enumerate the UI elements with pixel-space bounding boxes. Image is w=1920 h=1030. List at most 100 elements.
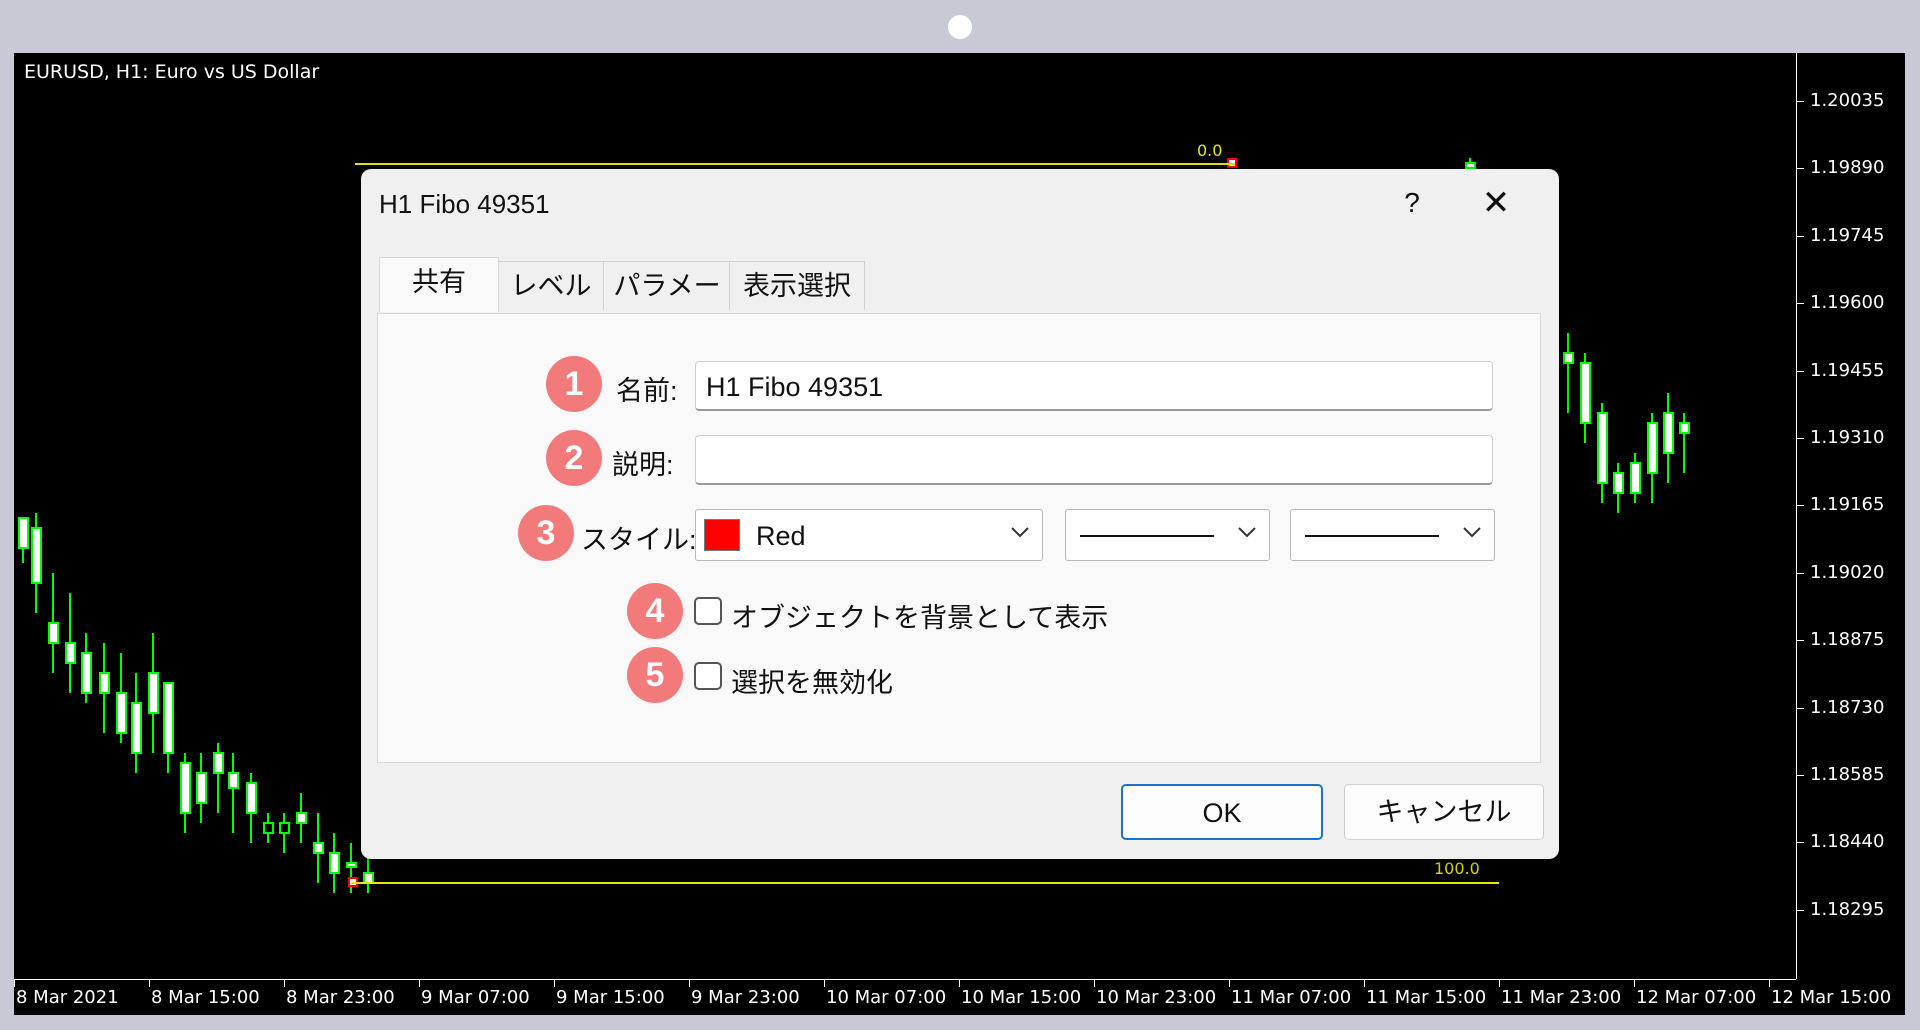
description-label: 説明: bbox=[612, 450, 674, 480]
time-tick bbox=[1634, 979, 1635, 987]
line-width-select[interactable] bbox=[1290, 509, 1495, 561]
cancel-button[interactable]: キャンセル bbox=[1344, 784, 1544, 840]
price-tick bbox=[1796, 303, 1804, 305]
color-select[interactable]: Red bbox=[695, 509, 1043, 561]
time-tick bbox=[554, 979, 555, 987]
candle-body bbox=[99, 672, 110, 694]
time-label: 11 Mar 07:00 bbox=[1231, 987, 1352, 1008]
candle-body bbox=[48, 622, 59, 644]
time-tick bbox=[689, 979, 690, 987]
time-scale[interactable] bbox=[14, 979, 1796, 980]
style-label: スタイル: bbox=[581, 525, 697, 555]
time-label: 8 Mar 23:00 bbox=[286, 987, 395, 1008]
candle-body bbox=[1679, 422, 1690, 434]
time-tick bbox=[1229, 979, 1230, 987]
callout-badge-2: 2 bbox=[546, 430, 602, 486]
candle-body bbox=[131, 702, 142, 754]
candle-body bbox=[196, 772, 207, 804]
time-tick bbox=[14, 979, 15, 987]
line-style-select[interactable] bbox=[1065, 509, 1270, 561]
price-label: 1.19165 bbox=[1810, 494, 1885, 516]
background-checkbox[interactable] bbox=[694, 597, 722, 625]
price-tick bbox=[1796, 505, 1804, 507]
time-tick bbox=[824, 979, 825, 987]
tab-common[interactable]: 共有 bbox=[379, 257, 499, 312]
dialog-title: H1 Fibo 49351 bbox=[379, 189, 550, 219]
candle-body bbox=[1597, 412, 1608, 484]
time-tick bbox=[1094, 979, 1095, 987]
name-label: 名前: bbox=[616, 376, 678, 406]
price-tick bbox=[1796, 370, 1804, 372]
line-style-sample bbox=[1080, 535, 1214, 537]
callout-badge-5: 5 bbox=[627, 647, 683, 703]
candle-body bbox=[246, 782, 257, 814]
tab-levels[interactable]: レベル bbox=[497, 261, 605, 310]
background-checkbox-label[interactable]: オブジェクトを背景として表示 bbox=[731, 596, 1108, 635]
tab-parameters[interactable]: パラメータ bbox=[603, 261, 731, 349]
color-swatch bbox=[704, 519, 740, 551]
disable-selection-checkbox-label[interactable]: 選択を無効化 bbox=[731, 661, 893, 700]
candle-body bbox=[65, 642, 76, 664]
close-button[interactable]: ✕ bbox=[1471, 183, 1521, 223]
price-scale[interactable] bbox=[1796, 53, 1797, 979]
fibo-level-0-line[interactable] bbox=[355, 163, 1235, 165]
disable-selection-checkbox[interactable] bbox=[694, 662, 722, 690]
candle-body bbox=[313, 842, 324, 854]
candle-body bbox=[180, 762, 191, 814]
time-tick bbox=[1499, 979, 1500, 987]
price-tick bbox=[1796, 168, 1804, 170]
color-value: Red bbox=[756, 521, 806, 551]
price-label: 1.20035 bbox=[1810, 90, 1885, 111]
price-label: 1.18585 bbox=[1810, 764, 1885, 785]
time-label: 12 Mar 15:00 bbox=[1771, 987, 1892, 1008]
help-button[interactable]: ? bbox=[1387, 183, 1437, 223]
fibo-level-100-label: 100.0 bbox=[1434, 859, 1480, 878]
callout-badge-3: 3 bbox=[518, 505, 574, 561]
price-label: 1.19600 bbox=[1810, 292, 1885, 314]
time-label: 11 Mar 15:00 bbox=[1366, 987, 1487, 1008]
price-tick bbox=[1796, 842, 1804, 844]
time-label: 10 Mar 07:00 bbox=[826, 987, 947, 1008]
time-tick bbox=[1364, 979, 1365, 987]
price-label: 1.19890 bbox=[1810, 157, 1885, 179]
candle-body bbox=[329, 852, 340, 874]
candle-body bbox=[1613, 472, 1624, 494]
price-label: 1.18295 bbox=[1810, 898, 1885, 920]
candle-body bbox=[163, 682, 174, 754]
candle-body bbox=[228, 772, 239, 789]
chevron-down-icon bbox=[1238, 527, 1256, 538]
time-tick bbox=[284, 979, 285, 987]
time-label: 9 Mar 15:00 bbox=[556, 987, 665, 1008]
price-label: 1.18440 bbox=[1810, 831, 1885, 853]
price-label: 1.19310 bbox=[1810, 427, 1885, 448]
candle-body bbox=[296, 812, 307, 824]
time-tick bbox=[1769, 979, 1770, 987]
chevron-down-icon bbox=[1463, 527, 1481, 538]
price-label: 1.19020 bbox=[1810, 561, 1885, 583]
chevron-down-icon bbox=[1011, 527, 1029, 538]
candle-body bbox=[1663, 412, 1674, 454]
line-width-sample bbox=[1305, 535, 1439, 537]
price-label: 1.19745 bbox=[1810, 224, 1885, 246]
description-input[interactable] bbox=[695, 435, 1493, 485]
candle-body bbox=[279, 822, 290, 834]
name-input[interactable]: H1 Fibo 49351 bbox=[695, 361, 1493, 411]
price-tick bbox=[1796, 438, 1804, 439]
time-label: 9 Mar 23:00 bbox=[691, 987, 800, 1008]
price-label: 1.18730 bbox=[1810, 696, 1885, 718]
time-label: 12 Mar 07:00 bbox=[1636, 987, 1757, 1008]
time-tick bbox=[959, 979, 960, 987]
candle-body bbox=[213, 752, 224, 774]
ok-button[interactable]: OK bbox=[1121, 784, 1323, 840]
time-label: 8 Mar 15:00 bbox=[151, 987, 260, 1008]
tab-visibility[interactable]: 表示選択 bbox=[729, 261, 865, 310]
candle-body bbox=[346, 862, 357, 868]
fibo-level-100-line[interactable] bbox=[351, 882, 1499, 884]
candle-body bbox=[1630, 462, 1641, 494]
time-label: 10 Mar 23:00 bbox=[1096, 987, 1217, 1008]
candle-body bbox=[31, 527, 42, 584]
candle-body bbox=[1465, 162, 1476, 169]
fibo-level-0-label: 0.0 bbox=[1197, 141, 1223, 160]
candle-body bbox=[18, 517, 29, 549]
candle-body bbox=[263, 822, 274, 834]
